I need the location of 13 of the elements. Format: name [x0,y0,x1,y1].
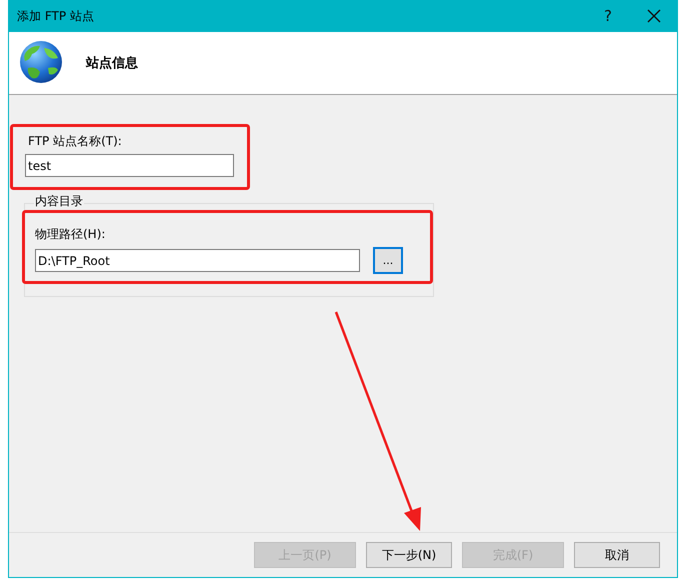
browse-button[interactable]: ... [373,247,403,274]
help-button[interactable]: ? [585,0,631,32]
window-title: 添加 FTP 站点 [17,8,94,24]
close-icon [647,9,661,23]
site-name-field[interactable]: test [25,154,234,177]
group-legend: 内容目录 [34,195,84,208]
field-label: 物理路径(H): [35,226,106,243]
field-label: FTP 站点名称(T): [28,133,122,150]
path-field[interactable]: D:\FTP_Root [35,249,360,272]
globe-icon [18,40,64,86]
wizard-button[interactable]: 取消 [574,542,660,568]
wizard-button[interactable]: 下一步(N) [366,542,452,568]
page-heading: 站点信息 [86,55,138,72]
